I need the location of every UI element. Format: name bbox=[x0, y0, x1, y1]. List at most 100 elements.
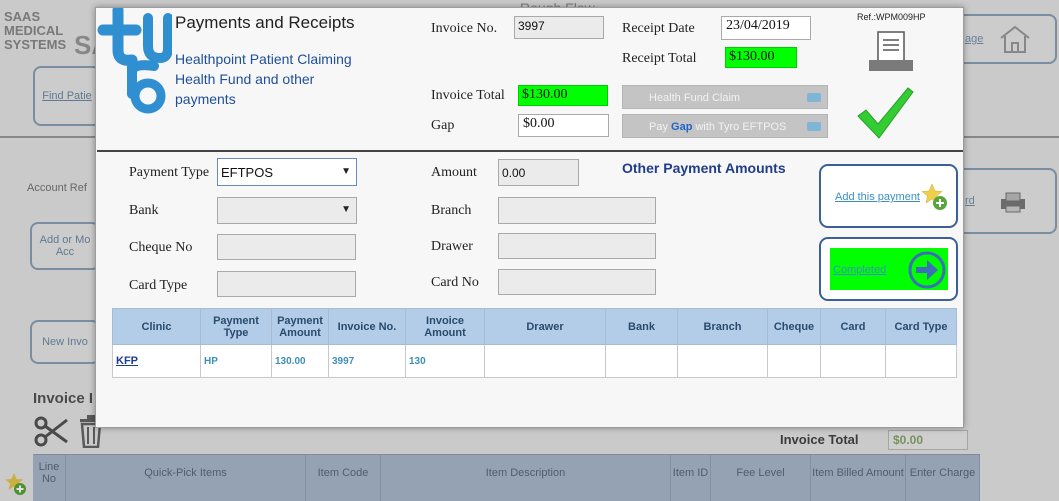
home-icon bbox=[1000, 25, 1030, 53]
receipt-date-field[interactable]: 23/04/2019 bbox=[721, 16, 811, 40]
star-add-icon[interactable] bbox=[4, 472, 28, 496]
printer-icon bbox=[1001, 192, 1025, 213]
card-icon bbox=[807, 93, 821, 102]
arrow-right-circle-icon bbox=[908, 251, 946, 289]
cell-payment-amount: 130.00 bbox=[271, 344, 329, 378]
health-fund-claim-button[interactable]: Health Fund Claim bbox=[622, 85, 828, 109]
col-line-no: Line No bbox=[33, 455, 66, 501]
dialog-subtitle: Healthpoint Patient Claiming Health Fund… bbox=[175, 51, 352, 107]
new-invoice-button[interactable]: New Invo bbox=[30, 320, 100, 364]
col-invoice-no: Invoice No. bbox=[328, 308, 406, 345]
print-link[interactable]: rd bbox=[965, 195, 975, 207]
card-no-field[interactable] bbox=[498, 269, 656, 295]
payment-type-label: Payment Type bbox=[129, 165, 210, 180]
cell-payment-type: HP bbox=[200, 344, 272, 378]
col-payment-type: Payment Type bbox=[200, 308, 272, 345]
invoice-total-label: Invoice Total bbox=[431, 88, 505, 103]
card-no-label: Card No bbox=[431, 275, 479, 290]
bank-select[interactable]: ▼ bbox=[217, 197, 357, 224]
dialog-title: Payments and Receipts bbox=[175, 13, 355, 32]
gap-label: Gap bbox=[431, 118, 455, 133]
add-payment-link[interactable]: Add this payment bbox=[835, 191, 920, 203]
reference-code: Ref.:WPM009HP bbox=[857, 12, 926, 22]
star-add-icon bbox=[921, 183, 947, 210]
cheque-no-field[interactable] bbox=[217, 234, 356, 260]
col-payment-amount: Payment Amount bbox=[271, 308, 329, 345]
invoice-section-heading: Invoice I bbox=[33, 390, 94, 407]
chevron-down-icon: ▼ bbox=[341, 204, 351, 215]
other-payment-amounts-heading: Other Payment Amounts bbox=[622, 160, 786, 176]
find-patient-button[interactable]: Find Patie bbox=[33, 66, 101, 126]
col-card: Card bbox=[820, 308, 886, 345]
col-cheque: Cheque bbox=[767, 308, 821, 345]
tyro-logo-icon bbox=[97, 8, 172, 114]
add-or-modify-label-2: Acc bbox=[55, 246, 75, 258]
payments-receipts-dialog: Payments and Receipts Healthpoint Patien… bbox=[95, 7, 964, 428]
card-icon bbox=[807, 122, 821, 131]
invoice-no-label: Invoice No. bbox=[431, 21, 498, 36]
checkmark-icon bbox=[857, 87, 914, 139]
bank-label: Bank bbox=[129, 203, 159, 218]
printer-icon[interactable] bbox=[868, 30, 914, 72]
payment-type-value: EFTPOS bbox=[221, 165, 274, 180]
invoice-total-value: $0.00 bbox=[888, 430, 968, 450]
pay-gap-suffix: with Tyro EFTPOS bbox=[692, 121, 787, 133]
receipt-total-label: Receipt Total bbox=[622, 51, 697, 66]
completed-button[interactable]: Completed bbox=[819, 237, 958, 301]
account-ref-label: Account Ref bbox=[27, 182, 87, 194]
pay-gap-highlight: Gap bbox=[671, 121, 693, 133]
pay-gap-prefix: Pay bbox=[649, 121, 672, 133]
col-drawer: Drawer bbox=[484, 308, 606, 345]
col-item-code: Item Code bbox=[306, 455, 381, 501]
add-payment-button[interactable]: Add this payment bbox=[819, 164, 958, 228]
card-type-field[interactable] bbox=[217, 271, 356, 297]
drawer-label: Drawer bbox=[431, 239, 473, 254]
gap-field[interactable]: $0.00 bbox=[518, 114, 609, 137]
col-card-type: Card Type bbox=[885, 308, 957, 345]
cell-card-type bbox=[885, 344, 957, 378]
receipt-total-value: $130.00 bbox=[725, 47, 797, 68]
cell-card bbox=[820, 344, 886, 378]
cell-invoice-amount: 130 bbox=[405, 344, 485, 378]
card-type-label: Card Type bbox=[129, 278, 188, 293]
cheque-no-label: Cheque No bbox=[129, 240, 193, 255]
cell-invoice-no: 3997 bbox=[328, 344, 406, 378]
add-or-modify-account-button[interactable]: Add or Mo Acc bbox=[30, 222, 100, 270]
new-invoice-label: New Invo bbox=[42, 336, 88, 348]
drawer-field[interactable] bbox=[498, 233, 656, 259]
scissors-icon[interactable] bbox=[33, 414, 69, 448]
col-item-id: Item ID bbox=[671, 455, 711, 501]
invoice-total-label: Invoice Total bbox=[780, 432, 859, 447]
health-fund-claim-label: Health Fund Claim bbox=[649, 92, 741, 104]
home-link[interactable]: age bbox=[965, 33, 983, 45]
branch-field[interactable] bbox=[498, 197, 656, 224]
receipt-date-label: Receipt Date bbox=[622, 21, 695, 36]
col-quick-pick: Quick-Pick Items bbox=[66, 455, 306, 501]
clinic-link[interactable]: KFP bbox=[112, 344, 201, 378]
payment-type-select[interactable]: EFTPOS ▼ bbox=[217, 158, 357, 186]
saas-logo-text: SAAS MEDICAL SYSTEMS bbox=[4, 9, 67, 52]
dialog-divider bbox=[97, 150, 963, 152]
cell-drawer bbox=[484, 344, 606, 378]
pay-gap-tyro-button[interactable]: Pay Gap with Tyro EFTPOS bbox=[622, 114, 828, 138]
chevron-down-icon: ▼ bbox=[341, 166, 351, 177]
invoice-no-field[interactable]: 3997 bbox=[514, 16, 604, 39]
col-item-description: Item Description bbox=[381, 455, 671, 501]
find-patient-label: Find Patie bbox=[42, 90, 92, 102]
invoice-items-table-header: Line No Quick-Pick Items Item Code Item … bbox=[33, 454, 980, 501]
col-branch: Branch bbox=[677, 308, 768, 345]
invoice-total-value: $130.00 bbox=[518, 85, 608, 106]
col-enter-charge: Enter Charge bbox=[906, 455, 980, 501]
col-invoice-amount: Invoice Amount bbox=[405, 308, 485, 345]
branch-label: Branch bbox=[431, 203, 472, 218]
completed-link[interactable]: Completed bbox=[833, 264, 886, 276]
add-or-modify-label-1: Add or Mo bbox=[39, 234, 91, 246]
col-bank: Bank bbox=[605, 308, 678, 345]
amount-label: Amount bbox=[431, 165, 477, 180]
cell-bank bbox=[605, 344, 678, 378]
col-clinic: Clinic bbox=[112, 308, 201, 345]
payments-table: Clinic Payment Type Payment Amount Invoi… bbox=[112, 308, 957, 378]
amount-field[interactable]: 0.00 bbox=[498, 159, 579, 186]
col-item-billed-amount: Item Billed Amount bbox=[811, 455, 906, 501]
cell-cheque bbox=[767, 344, 821, 378]
